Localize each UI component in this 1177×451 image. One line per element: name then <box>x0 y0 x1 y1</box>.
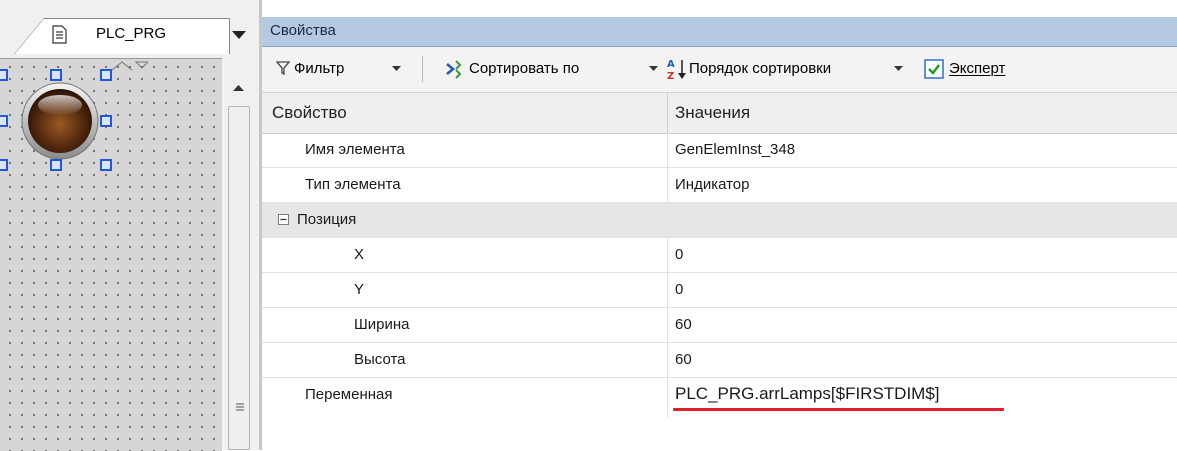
svg-text:A: A <box>667 59 675 70</box>
visualization-canvas[interactable] <box>0 58 222 451</box>
property-value[interactable]: Индикатор <box>675 176 750 193</box>
property-row[interactable]: X 0 <box>262 238 1177 273</box>
header-value: Значения <box>675 103 751 122</box>
dropdown-arrow-icon <box>649 66 658 71</box>
property-name: Тип элемента <box>305 176 401 193</box>
sort-by-label: Сортировать по <box>469 60 580 77</box>
sort-icon <box>446 60 462 79</box>
collapse-icon[interactable] <box>278 214 289 225</box>
property-row[interactable]: Y 0 <box>262 273 1177 308</box>
properties-grid: Свойство Значения Имя элемента GenElemIn… <box>262 93 1177 450</box>
property-value[interactable]: GenElemInst_348 <box>675 141 795 158</box>
properties-panel: Свойства Фильтр Сортировать по A Z Поряд… <box>262 0 1177 450</box>
tab-shape <box>14 18 44 54</box>
scroll-grip-icon <box>236 403 244 411</box>
sort-by-button[interactable]: Сортировать по <box>444 57 658 81</box>
property-name: Высота <box>354 351 406 368</box>
column-separator <box>667 168 668 203</box>
property-value[interactable]: 60 <box>675 316 692 333</box>
lamp-indicator[interactable] <box>20 81 100 161</box>
properties-title: Свойства <box>270 22 336 39</box>
property-row[interactable]: Ширина 60 <box>262 308 1177 343</box>
expert-checkbox[interactable]: Эксперт <box>924 57 1024 81</box>
toolbar-separator <box>422 56 423 82</box>
property-name: Y <box>354 281 365 298</box>
sort-order-label: Порядок сортировки <box>689 60 832 77</box>
property-group-row[interactable]: Позиция <box>262 203 1177 238</box>
property-value[interactable]: 0 <box>675 281 683 298</box>
filter-button[interactable]: Фильтр <box>276 57 414 81</box>
selection-handle[interactable] <box>100 159 112 171</box>
column-separator <box>667 343 668 378</box>
svg-text:Z: Z <box>667 71 674 81</box>
selection-handle[interactable] <box>100 69 112 81</box>
checkbox-icon <box>924 59 944 79</box>
property-name: Переменная <box>305 386 393 403</box>
property-row[interactable]: Тип элемента Индикатор <box>262 168 1177 203</box>
sort-order-button[interactable]: A Z Порядок сортировки <box>667 57 907 81</box>
property-value[interactable]: 60 <box>675 351 692 368</box>
selection-handle[interactable] <box>50 159 62 171</box>
selection-handle[interactable] <box>0 69 8 81</box>
selection-handle[interactable] <box>0 159 8 171</box>
property-name: X <box>354 246 365 263</box>
column-separator <box>667 238 668 273</box>
expert-label: Эксперт <box>949 60 1006 77</box>
dropdown-arrow-icon[interactable] <box>232 31 246 41</box>
property-row[interactable]: Переменная PLC_PRG.arrLamps[$FIRSTDIM$] <box>262 378 1177 418</box>
column-separator <box>667 133 668 168</box>
canvas-origin-marker <box>112 61 148 71</box>
column-separator <box>667 308 668 343</box>
funnel-icon <box>276 61 290 75</box>
header-column-separator[interactable] <box>667 93 668 133</box>
document-icon <box>52 25 67 44</box>
vertical-scrollbar[interactable] <box>225 74 252 450</box>
az-sort-icon: A Z <box>667 59 686 81</box>
property-row[interactable]: Высота 60 <box>262 343 1177 378</box>
selection-handle[interactable] <box>0 115 8 127</box>
dropdown-arrow-icon <box>392 66 401 71</box>
header-property: Свойство <box>272 103 347 122</box>
property-value[interactable]: 0 <box>675 246 683 263</box>
properties-toolbar: Фильтр Сортировать по A Z Порядок сортир… <box>262 47 1177 93</box>
selection-handle[interactable] <box>50 69 62 81</box>
property-value[interactable]: PLC_PRG.arrLamps[$FIRSTDIM$] <box>675 384 940 404</box>
properties-title-bar: Свойства <box>262 17 1177 47</box>
property-row[interactable]: Имя элемента GenElemInst_348 <box>262 133 1177 168</box>
column-separator <box>667 378 668 418</box>
filter-label: Фильтр <box>294 60 345 77</box>
highlight-underline <box>673 408 1004 411</box>
property-name: Ширина <box>354 316 410 333</box>
property-group-name: Позиция <box>297 211 357 228</box>
column-separator <box>667 273 668 308</box>
dropdown-arrow-icon <box>894 66 903 71</box>
selection-handle[interactable] <box>100 115 112 127</box>
scroll-up-icon[interactable] <box>225 78 252 98</box>
visualization-editor-panel: PLC_PRG <box>0 0 259 451</box>
grid-header: Свойство Значения <box>262 93 1177 134</box>
scroll-thumb[interactable] <box>228 106 250 450</box>
editor-tab-bar: PLC_PRG <box>0 0 259 58</box>
editor-tab-label: PLC_PRG <box>96 25 167 42</box>
property-name: Имя элемента <box>305 141 405 158</box>
